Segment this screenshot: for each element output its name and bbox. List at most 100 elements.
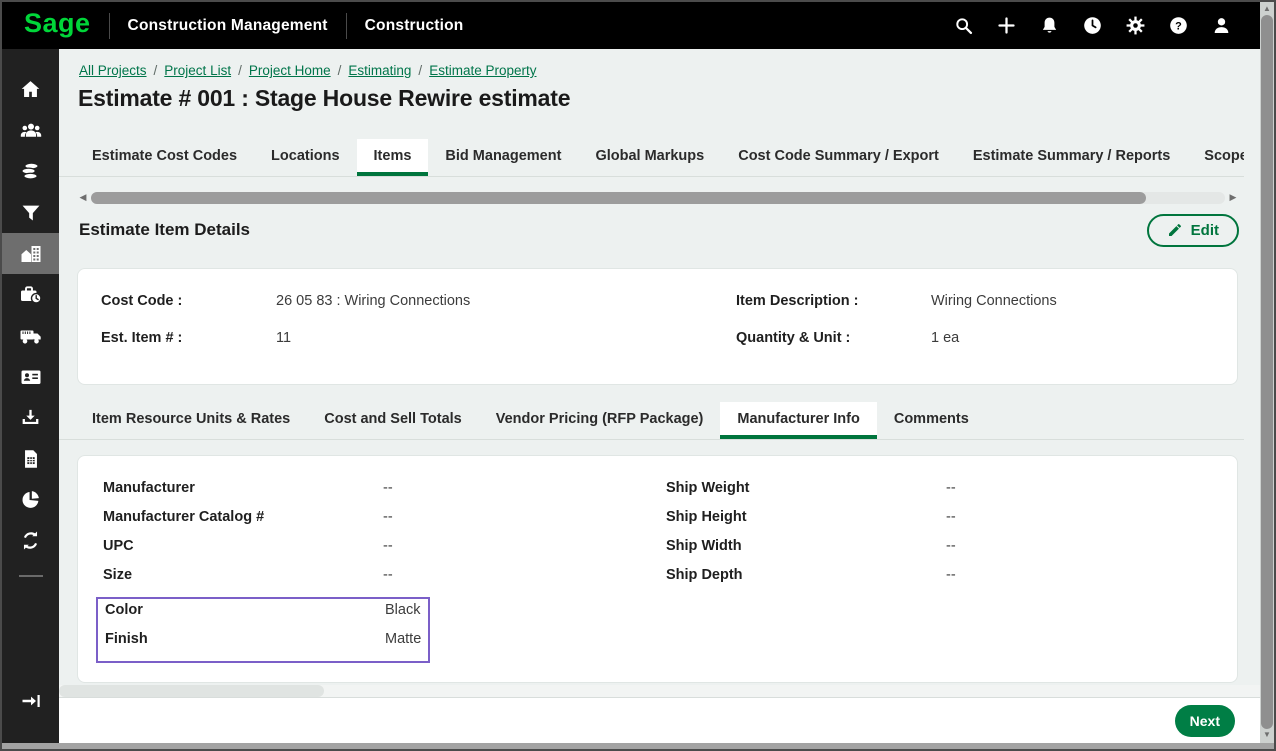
- spreadsheet-file-icon: [20, 448, 42, 470]
- subtab-item-resource-units-rates[interactable]: Item Resource Units & Rates: [75, 402, 307, 439]
- sidebar-item-equipment[interactable]: [2, 315, 59, 356]
- content-horizontal-scrollbar[interactable]: [59, 685, 1260, 697]
- person-icon: [1211, 15, 1232, 36]
- svg-text:?: ?: [1175, 20, 1182, 32]
- sidebar-item-finance[interactable]: [2, 151, 59, 192]
- scroll-up-arrow-icon[interactable]: ▲: [1260, 4, 1274, 14]
- breadcrumb-separator: /: [238, 63, 242, 78]
- sidebar-divider: [19, 575, 43, 577]
- recent-button[interactable]: [1081, 15, 1103, 37]
- sidebar-item-filter[interactable]: [2, 192, 59, 233]
- scroll-right-arrow-icon[interactable]: ▶: [1227, 192, 1239, 203]
- window-bottom-edge: [2, 743, 1274, 749]
- sidebar-collapse-button[interactable]: [2, 680, 59, 721]
- manufacturer-info-card: Manufacturer -- Manufacturer Catalog # -…: [77, 455, 1238, 683]
- tab-estimate-summary-reports[interactable]: Estimate Summary / Reports: [956, 139, 1187, 176]
- field-value-ship-height: --: [946, 509, 1217, 525]
- field-value-ship-weight: --: [946, 480, 1217, 496]
- bell-icon: [1039, 15, 1060, 36]
- tab-locations[interactable]: Locations: [254, 139, 356, 176]
- field-value-ship-depth: --: [946, 567, 1217, 583]
- sidebar-item-contacts[interactable]: [2, 356, 59, 397]
- breadcrumb-separator: /: [418, 63, 422, 78]
- sidebar-item-jobs[interactable]: [2, 274, 59, 315]
- page-vertical-scrollbar[interactable]: ▲ ▼: [1260, 2, 1274, 743]
- field-label-cost-code: Cost Code :: [101, 293, 276, 309]
- tab-scope[interactable]: Scope: [1187, 139, 1244, 176]
- scroll-left-arrow-icon[interactable]: ◀: [77, 192, 89, 203]
- add-button[interactable]: [995, 15, 1017, 37]
- module-title: Construction: [365, 17, 464, 35]
- gear-icon: [1125, 15, 1146, 36]
- sidebar-item-home[interactable]: [2, 69, 59, 110]
- field-value-item-description: Wiring Connections: [931, 293, 1217, 309]
- horizontal-scroll-thumb[interactable]: [91, 192, 1146, 204]
- field-label-manufacturer-catalog: Manufacturer Catalog #: [103, 509, 383, 525]
- breadcrumb-link-all-projects[interactable]: All Projects: [79, 63, 147, 78]
- tab-items[interactable]: Items: [357, 139, 429, 176]
- edit-button[interactable]: Edit: [1147, 214, 1239, 247]
- page-title: Estimate # 001 : Stage House Rewire esti…: [78, 85, 570, 112]
- sidebar-item-projects[interactable]: [2, 233, 59, 274]
- field-label-item-description: Item Description :: [736, 293, 931, 309]
- field-value-ship-width: --: [946, 538, 1217, 554]
- field-value-size: --: [383, 567, 666, 583]
- field-label-ship-weight: Ship Weight: [666, 480, 946, 496]
- breadcrumb-link-estimate-property[interactable]: Estimate Property: [429, 63, 536, 78]
- field-label-color: Color: [105, 602, 385, 618]
- tab-global-markups[interactable]: Global Markups: [578, 139, 721, 176]
- plus-icon: [996, 15, 1017, 36]
- subtab-manufacturer-info[interactable]: Manufacturer Info: [720, 402, 876, 439]
- item-summary-card: Cost Code : 26 05 83 : Wiring Connection…: [77, 268, 1238, 385]
- topbar-divider: [109, 13, 110, 39]
- notifications-button[interactable]: [1038, 15, 1060, 37]
- tab-bid-management[interactable]: Bid Management: [428, 139, 578, 176]
- subtab-cost-and-sell-totals[interactable]: Cost and Sell Totals: [307, 402, 479, 439]
- field-value-manufacturer-catalog: --: [383, 509, 666, 525]
- vertical-scroll-thumb[interactable]: [1261, 15, 1273, 729]
- sidebar-item-imports[interactable]: [2, 397, 59, 438]
- tabs-horizontal-scrollbar[interactable]: ◀ ▶: [77, 191, 1239, 204]
- field-label-est-item-number: Est. Item # :: [101, 330, 276, 346]
- search-button[interactable]: [952, 15, 974, 37]
- horizontal-scroll-track[interactable]: [91, 192, 1225, 204]
- account-button[interactable]: [1210, 15, 1232, 37]
- sage-logo: Sage: [24, 10, 91, 41]
- field-label-ship-height: Ship Height: [666, 509, 946, 525]
- content-horizontal-scroll-thumb[interactable]: [59, 685, 324, 697]
- field-label-ship-depth: Ship Depth: [666, 567, 946, 583]
- edit-button-label: Edit: [1191, 222, 1219, 239]
- settings-button[interactable]: [1124, 15, 1146, 37]
- sidebar-item-sync[interactable]: [2, 520, 59, 561]
- field-value-est-item-number: 11: [276, 330, 736, 346]
- id-card-icon: [19, 365, 43, 389]
- expand-panel-icon: [19, 689, 43, 713]
- help-button[interactable]: ?: [1167, 15, 1189, 37]
- tab-estimate-cost-codes[interactable]: Estimate Cost Codes: [75, 139, 254, 176]
- field-label-ship-width: Ship Width: [666, 538, 946, 554]
- subtab-comments[interactable]: Comments: [877, 402, 986, 439]
- breadcrumb: All Projects / Project List / Project Ho…: [79, 63, 536, 78]
- briefcase-clock-icon: [19, 283, 43, 307]
- subtab-vendor-pricing[interactable]: Vendor Pricing (RFP Package): [479, 402, 721, 439]
- topbar-divider: [346, 13, 347, 39]
- download-tray-icon: [19, 406, 42, 429]
- sidebar-item-spreadsheet[interactable]: [2, 438, 59, 479]
- breadcrumb-link-project-home[interactable]: Project Home: [249, 63, 331, 78]
- tab-cost-code-summary-export[interactable]: Cost Code Summary / Export: [721, 139, 956, 176]
- help-icon: ?: [1168, 15, 1189, 36]
- pencil-icon: [1167, 222, 1183, 238]
- sidebar-item-people[interactable]: [2, 110, 59, 151]
- buildings-icon: [19, 242, 43, 266]
- scroll-down-arrow-icon[interactable]: ▼: [1260, 730, 1274, 740]
- next-button[interactable]: Next: [1175, 705, 1235, 737]
- truck-icon: [19, 324, 43, 348]
- field-value-upc: --: [383, 538, 666, 554]
- field-value-manufacturer: --: [383, 480, 666, 496]
- footer-bar: Next: [59, 697, 1260, 743]
- breadcrumb-link-estimating[interactable]: Estimating: [348, 63, 411, 78]
- home-icon: [19, 78, 42, 101]
- sidebar-item-reports[interactable]: [2, 479, 59, 520]
- sidebar-nav: [2, 49, 59, 743]
- breadcrumb-link-project-list[interactable]: Project List: [164, 63, 231, 78]
